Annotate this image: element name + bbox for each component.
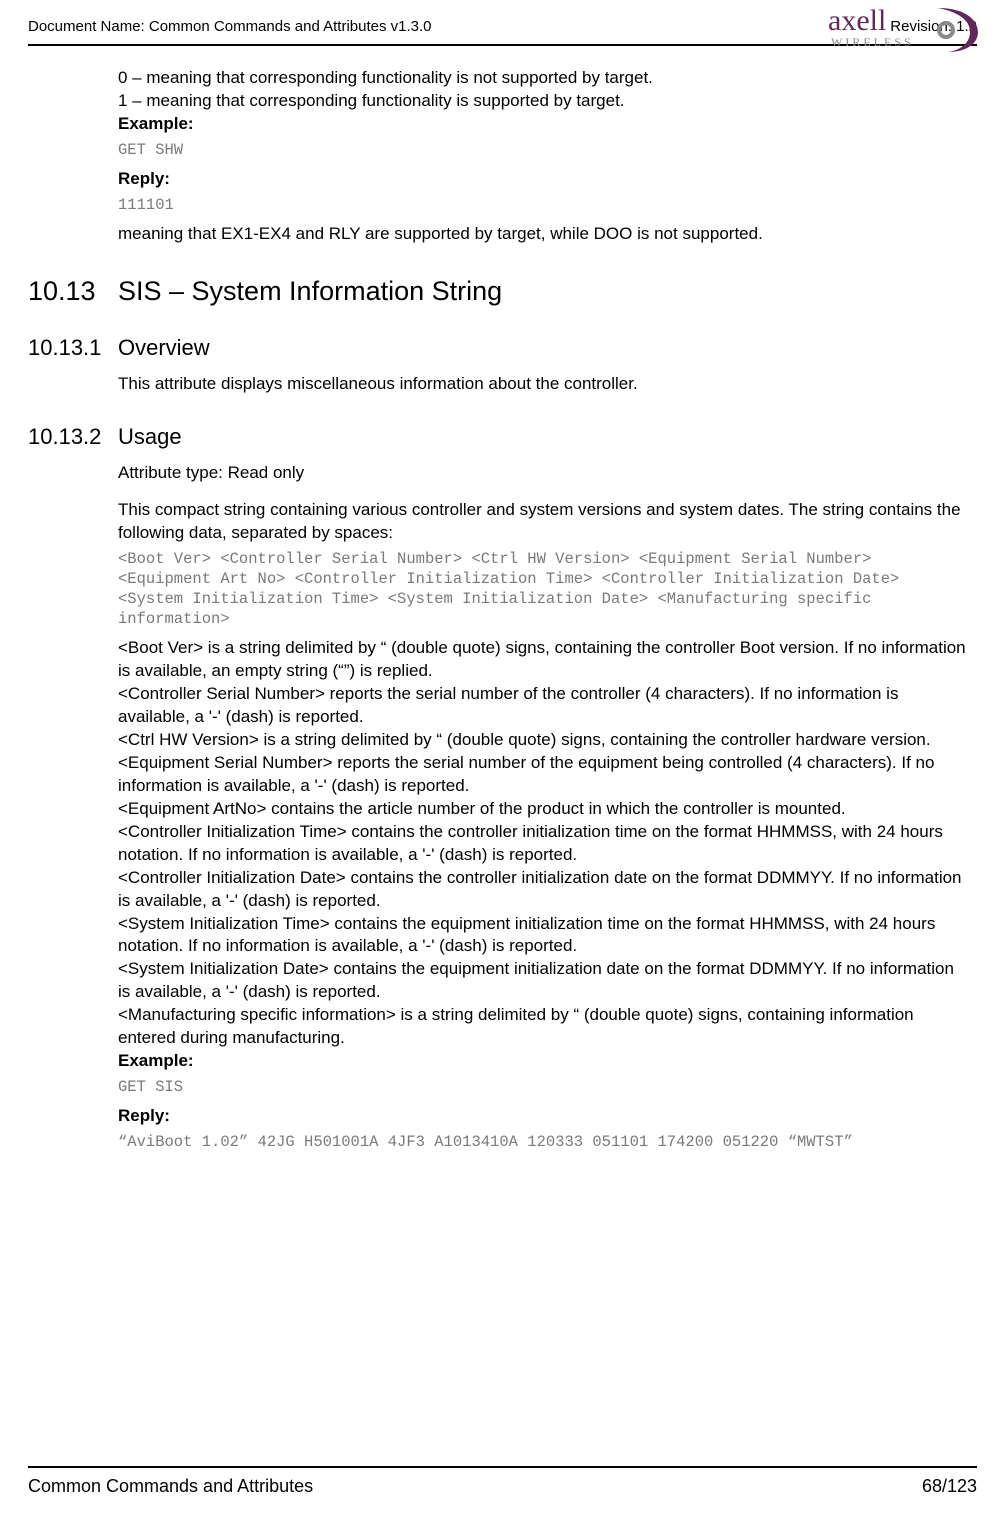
logo-text-main: axell bbox=[828, 4, 886, 37]
section-title: SIS – System Information String bbox=[118, 276, 502, 307]
text-line: meaning that EX1-EX4 and RLY are support… bbox=[118, 223, 967, 246]
code-block: <Boot Ver> <Controller Serial Number> <C… bbox=[118, 549, 967, 630]
page-footer: Common Commands and Attributes 68/123 bbox=[28, 1466, 977, 1497]
example-heading: Example: bbox=[118, 1050, 967, 1073]
code-block: GET SHW bbox=[118, 140, 967, 160]
section-number: 10.13 bbox=[28, 276, 118, 307]
text-line: <Equipment Serial Number> reports the se… bbox=[118, 752, 967, 798]
code-block: “AviBoot 1.02” 42JG H501001A 4JF3 A10134… bbox=[118, 1132, 967, 1152]
subsection-number: 10.13.1 bbox=[28, 335, 118, 361]
example-heading: Example: bbox=[118, 113, 967, 136]
doc-name: Document Name: Common Commands and Attri… bbox=[28, 18, 432, 35]
reply-heading: Reply: bbox=[118, 168, 967, 191]
text-line: 0 – meaning that corresponding functiona… bbox=[118, 67, 967, 90]
subsection-title: Usage bbox=[118, 424, 182, 450]
reply-heading: Reply: bbox=[118, 1105, 967, 1128]
text-line: <Controller Initialization Date> contain… bbox=[118, 867, 967, 913]
text-line: Attribute type: Read only bbox=[118, 462, 967, 485]
subsection-title: Overview bbox=[118, 335, 210, 361]
text-line: This compact string containing various c… bbox=[118, 499, 967, 545]
text-line: <Manufacturing specific information> is … bbox=[118, 1004, 967, 1050]
subsection-heading: 10.13.1 Overview bbox=[28, 335, 967, 361]
text-line: <Equipment ArtNo> contains the article n… bbox=[118, 798, 967, 821]
text-line: 1 – meaning that corresponding functiona… bbox=[118, 90, 967, 113]
section-heading: 10.13 SIS – System Information String bbox=[28, 276, 967, 307]
brand-logo: axell WIRELESS bbox=[828, 2, 983, 57]
text-line: <Ctrl HW Version> is a string delimited … bbox=[118, 729, 967, 752]
logo-text-sub: WIRELESS bbox=[831, 35, 914, 49]
page-number: 68/123 bbox=[922, 1476, 977, 1497]
text-line: <System Initialization Date> contains th… bbox=[118, 958, 967, 1004]
subsection-heading: 10.13.2 Usage bbox=[28, 424, 967, 450]
code-block: 111101 bbox=[118, 195, 967, 215]
text-line: <Controller Initialization Time> contain… bbox=[118, 821, 967, 867]
text-line: <Controller Serial Number> reports the s… bbox=[118, 683, 967, 729]
text-line: <Boot Ver> is a string delimited by “ (d… bbox=[118, 637, 967, 683]
footer-title: Common Commands and Attributes bbox=[28, 1476, 313, 1497]
subsection-number: 10.13.2 bbox=[28, 424, 118, 450]
code-block: GET SIS bbox=[118, 1077, 967, 1097]
footer-divider bbox=[28, 1466, 977, 1468]
text-line: <System Initialization Time> contains th… bbox=[118, 913, 967, 959]
text-line: This attribute displays miscellaneous in… bbox=[118, 373, 967, 396]
